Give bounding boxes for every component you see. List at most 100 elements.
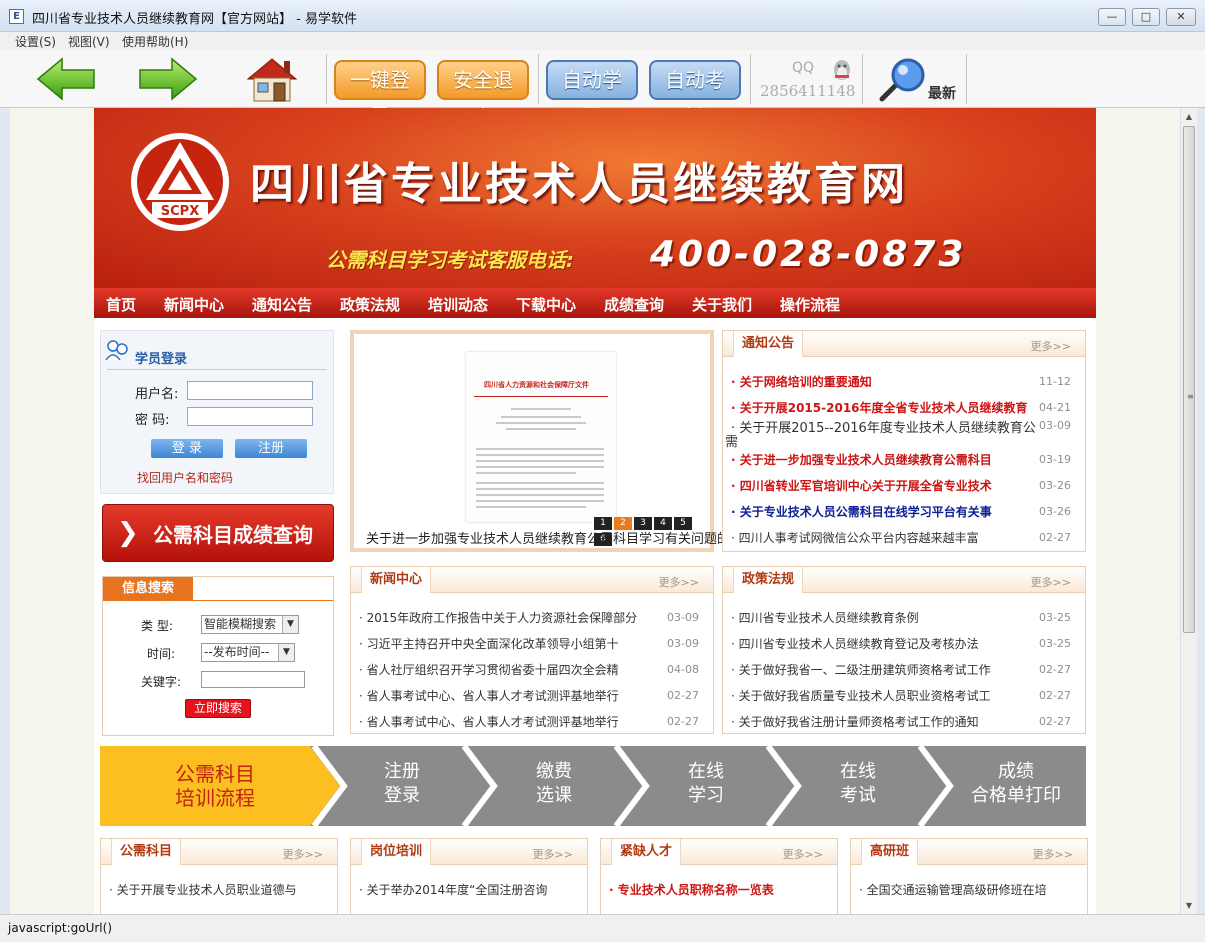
- flow-step-exam[interactable]: 在线 考试: [798, 760, 918, 808]
- policy-item[interactable]: · 关于做好我省质量专业技术人员职业资格考试工: [731, 687, 991, 704]
- auto-study-button[interactable]: 自动学习: [546, 60, 638, 128]
- news-item[interactable]: · 习近平主持召开中央全面深化改革领导小组第十: [359, 635, 619, 652]
- safe-logout-button[interactable]: 安全退出: [437, 60, 529, 128]
- grip-icon: ≡: [1187, 392, 1194, 401]
- nav-scores[interactable]: 成绩查询: [604, 294, 664, 315]
- menu-view[interactable]: 视图(V): [68, 33, 110, 50]
- nav-procedure[interactable]: 操作流程: [780, 294, 840, 315]
- public-courses-item[interactable]: · 关于开展专业技术人员职业道德与: [109, 881, 297, 898]
- seminar-more-link[interactable]: 更多>>: [1033, 846, 1073, 862]
- type-label: 类 型:: [141, 619, 173, 633]
- flow-step-register[interactable]: 注册 登录: [342, 760, 462, 808]
- close-button[interactable]: ✕: [1166, 8, 1196, 26]
- type-select[interactable]: 智能模糊搜索 ▼: [201, 615, 299, 634]
- one-click-login-button[interactable]: 一键登录: [334, 60, 426, 128]
- flow-step-study[interactable]: 在线 学习: [646, 760, 766, 808]
- toolbar: 一键登录 安全退出 自动学习 自动考试 QQ 2856411148 最新: [0, 50, 1205, 128]
- news-item[interactable]: · 省人事考试中心、省人事人才考试测评基地举行: [359, 687, 619, 704]
- qq-contact[interactable]: QQ 2856411148: [760, 58, 855, 102]
- forgot-credentials-link[interactable]: 找回用户名和密码: [137, 469, 233, 486]
- nav-training[interactable]: 培训动态: [428, 294, 488, 315]
- password-input[interactable]: [187, 407, 313, 426]
- keyword-input[interactable]: [201, 671, 305, 688]
- job-training-more-link[interactable]: 更多>>: [533, 846, 573, 862]
- policy-item[interactable]: · 关于做好我省一、二级注册建筑师资格考试工作: [731, 661, 991, 678]
- maximize-button[interactable]: □: [1132, 8, 1160, 26]
- nav-policy[interactable]: 政策法规: [340, 294, 400, 315]
- news-item[interactable]: · 省人事考试中心、省人事人才考试测评基地举行: [359, 713, 619, 730]
- site-name: 四川省专业技术人员继续教育网: [250, 159, 908, 210]
- latest-search-tool[interactable]: 最新: [876, 55, 968, 105]
- news-date: 03-09: [667, 637, 699, 650]
- talent-panel: 紧缺人才 更多>> · 专业技术人员职称名称一览表: [600, 838, 838, 914]
- auto-exam-button[interactable]: 自动考试: [649, 60, 741, 128]
- notice-item[interactable]: · 关于进一步加强专业技术人员继续教育公需科目: [731, 451, 992, 468]
- register-button[interactable]: 注册: [235, 439, 307, 458]
- talent-more-link[interactable]: 更多>>: [783, 846, 823, 862]
- score-query-button[interactable]: ❯ 公需科目成绩查询: [102, 504, 334, 562]
- home-icon[interactable]: [244, 55, 300, 103]
- notice-item-wrap[interactable]: 需: [725, 431, 738, 450]
- nav-news[interactable]: 新闻中心: [164, 294, 224, 315]
- talent-item[interactable]: · 专业技术人员职称名称一览表: [609, 881, 774, 898]
- job-training-panel: 岗位培训 更多>> · 关于举办2014年度“全国注册咨询: [350, 838, 588, 914]
- login-box: 学员登录 用户名: 密 码: 登 录 注册 找回用户名和密码: [100, 330, 334, 494]
- username-input[interactable]: [187, 381, 313, 400]
- policy-title: 政策法规: [733, 567, 804, 593]
- hotline-number: 400-028-0873: [650, 234, 967, 275]
- news-item[interactable]: · 2015年政府工作报告中关于人力资源社会保障部分: [359, 609, 637, 626]
- search-submit-button[interactable]: 立即搜索: [185, 699, 251, 718]
- policy-more-link[interactable]: 更多>>: [1031, 574, 1071, 590]
- nav-about[interactable]: 关于我们: [692, 294, 752, 315]
- policy-item[interactable]: · 关于做好我省注册计量师资格考试工作的通知: [731, 713, 979, 730]
- notice-item[interactable]: · 四川人事考试网微信公众平台内容越来越丰富: [731, 529, 979, 546]
- news-item[interactable]: · 省人社厅组织召开学习贯彻省委十届四次全会精: [359, 661, 619, 678]
- qq-label: QQ: [792, 60, 815, 76]
- seminar-item[interactable]: · 全国交通运输管理高级研修班在培: [859, 881, 1047, 898]
- menu-settings[interactable]: 设置(S): [15, 33, 56, 50]
- policy-date: 03-25: [1039, 637, 1071, 650]
- news-slideshow[interactable]: 四川省人力资源和社会保障厅文件 1 2 3 4 56 关于进一步加强专业技术人员…: [350, 330, 730, 552]
- public-courses-title: 公需科目: [111, 839, 182, 865]
- notice-item[interactable]: · 关于开展2015--2016年度专业技术人员继续教育公: [731, 417, 1036, 436]
- job-training-item[interactable]: · 关于举办2014年度“全国注册咨询: [359, 881, 547, 898]
- notice-item[interactable]: · 四川省转业军官培训中心关于开展全省专业技术: [731, 477, 992, 494]
- nav-home[interactable]: 首页: [106, 294, 136, 315]
- nav-notices[interactable]: 通知公告: [252, 294, 312, 315]
- public-courses-more-link[interactable]: 更多>>: [283, 846, 323, 862]
- policy-item[interactable]: · 四川省专业技术人员继续教育登记及考核办法: [731, 635, 979, 652]
- qq-number: 2856411148: [760, 82, 856, 100]
- policy-item[interactable]: · 四川省专业技术人员继续教育条例: [731, 609, 919, 626]
- menu-help[interactable]: 使用帮助(H): [122, 33, 188, 50]
- nav-downloads[interactable]: 下载中心: [516, 294, 576, 315]
- policy-date: 02-27: [1039, 663, 1071, 676]
- forward-arrow-icon[interactable]: [138, 57, 198, 101]
- notice-date: 03-26: [1039, 479, 1071, 492]
- notice-date: 03-26: [1039, 505, 1071, 518]
- notices-panel: 通知公告 更多>> · 关于网络培训的重要通知 11-12 · 关于开展2015-2…: [722, 330, 1086, 552]
- news-panel: 新闻中心 更多>> · 2015年政府工作报告中关于人力资源社会保障部分 03-09…: [350, 566, 714, 734]
- app-icon: E: [9, 9, 24, 24]
- scroll-thumb[interactable]: ≡: [1183, 126, 1195, 633]
- vertical-scrollbar[interactable]: ▲ ≡ ▼: [1180, 108, 1197, 914]
- news-more-link[interactable]: 更多>>: [659, 574, 699, 590]
- slideshow-caption[interactable]: 关于进一步加强专业技术人员继续教育公需科目学习有关问题的: [366, 528, 730, 547]
- public-courses-panel: 公需科目 更多>> · 关于开展专业技术人员职业道德与: [100, 838, 338, 914]
- scroll-up-icon[interactable]: ▲: [1181, 108, 1197, 125]
- flow-step-pay[interactable]: 缴费 选课: [494, 760, 614, 808]
- login-button[interactable]: 登 录: [151, 439, 223, 458]
- notice-item[interactable]: · 关于开展2015-2016年度全省专业技术人员继续教育: [731, 399, 1028, 416]
- policy-date: 02-27: [1039, 715, 1071, 728]
- flow-step-print[interactable]: 成绩 合格单打印: [956, 760, 1076, 808]
- notice-item[interactable]: · 关于网络培训的重要通知: [731, 373, 872, 390]
- minimize-button[interactable]: —: [1098, 8, 1126, 26]
- time-select[interactable]: --发布时间-- ▼: [201, 643, 295, 662]
- notices-more-link[interactable]: 更多>>: [1031, 338, 1071, 354]
- news-title: 新闻中心: [361, 567, 432, 593]
- main-nav: 首页 新闻中心 通知公告 政策法规 培训动态 下载中心 成绩查询 关于我们 操作…: [94, 288, 1096, 318]
- notices-title: 通知公告: [733, 331, 804, 357]
- notice-item[interactable]: · 关于专业技术人员公需科目在线学习平台有关事: [731, 503, 992, 520]
- scroll-down-icon[interactable]: ▼: [1181, 897, 1197, 914]
- news-date: 03-09: [667, 611, 699, 624]
- back-arrow-icon[interactable]: [36, 57, 96, 101]
